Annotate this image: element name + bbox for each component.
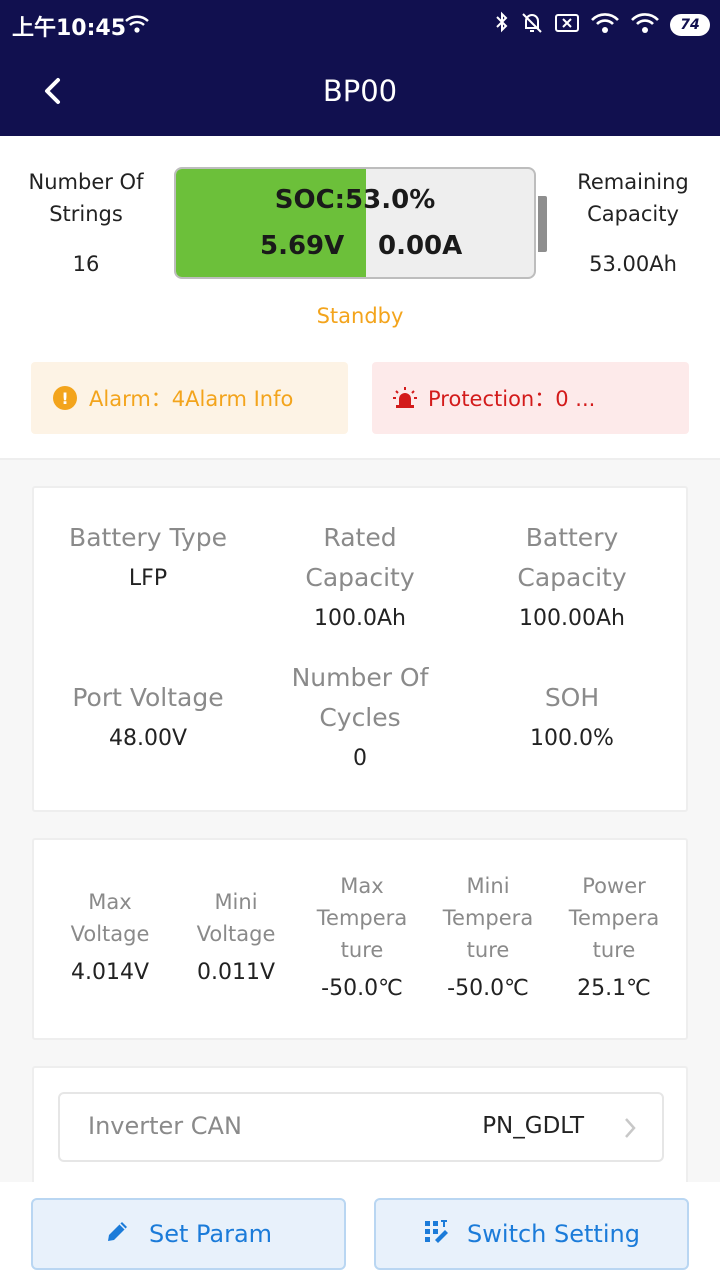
switch-setting-label: Switch Setting bbox=[467, 1220, 640, 1248]
mini-voltage-value: 0.011V bbox=[196, 960, 276, 985]
inverter-label: Inverter CAN bbox=[88, 1112, 242, 1140]
battery-capacity-value: 100.00Ah bbox=[519, 606, 625, 631]
battery-state: Standby bbox=[316, 304, 404, 328]
bluetooth-icon bbox=[494, 11, 510, 39]
current-value: 0.00A bbox=[378, 231, 463, 261]
max-voltage: Max Voltage 4.014V bbox=[48, 886, 172, 988]
mini-voltage-label: Mini bbox=[214, 890, 258, 914]
battery-capacity-label: Battery bbox=[525, 523, 619, 552]
power-temp-label: ture bbox=[592, 938, 636, 962]
soc-value: SOC:53.0% bbox=[274, 185, 436, 215]
wifi-icon bbox=[124, 14, 150, 38]
page-title: BP00 bbox=[322, 74, 398, 108]
max-voltage-label: Voltage bbox=[70, 922, 150, 946]
number-of-cycles: Number Of Cycles 0 bbox=[260, 658, 460, 774]
battery-tip bbox=[538, 196, 547, 252]
mute-icon bbox=[520, 11, 544, 39]
alarm-button[interactable]: ! Alarm：4Alarm Info bbox=[31, 362, 348, 434]
rated-capacity-label: Capacity bbox=[305, 563, 415, 592]
strings-info: Number Of Strings 16 bbox=[16, 166, 156, 280]
set-param-label: Set Param bbox=[148, 1220, 273, 1248]
soh: SOH 100.0% bbox=[472, 678, 672, 754]
cycles-label: Cycles bbox=[319, 703, 401, 732]
port-voltage-value: 48.00V bbox=[108, 726, 188, 751]
mini-temp-label: ture bbox=[466, 938, 510, 962]
remaining-label: Capacity bbox=[587, 202, 679, 226]
battery-capacity: Battery Capacity 100.00Ah bbox=[472, 518, 672, 634]
mini-voltage: Mini Voltage 0.011V bbox=[174, 886, 298, 988]
battery-icon: 74 bbox=[670, 14, 710, 36]
battery-summary: Number Of Strings 16 SOC:53.0% 5.69V 0.0… bbox=[0, 136, 720, 460]
power-temp-label: Power bbox=[582, 874, 646, 898]
set-param-button[interactable]: Set Param bbox=[31, 1198, 346, 1270]
power-temperature: Power Tempera ture 25.1℃ bbox=[552, 870, 676, 1004]
bottom-action-bar: Set Param Switch Setting bbox=[0, 1182, 720, 1280]
sim-off-icon bbox=[554, 12, 580, 38]
status-time: 上午10:45 bbox=[12, 16, 127, 41]
max-temperature: Max Tempera ture -50.0℃ bbox=[300, 870, 424, 1004]
power-temp-value: 25.1℃ bbox=[577, 976, 651, 1001]
inverter-can-row[interactable]: Inverter CAN PN_GDLT bbox=[58, 1092, 664, 1162]
mini-temp-label: Tempera bbox=[442, 906, 534, 930]
remaining-label: Remaining bbox=[577, 170, 689, 194]
protection-button[interactable]: Protection：0 ... bbox=[372, 362, 689, 434]
battery-info-card: Battery Type LFP Rated Capacity 100.0Ah … bbox=[32, 486, 688, 812]
max-voltage-label: Max bbox=[88, 890, 132, 914]
battery-type-value: LFP bbox=[128, 566, 168, 591]
battery-capacity-label: Capacity bbox=[517, 563, 627, 592]
rated-capacity-label: Rated bbox=[323, 523, 397, 552]
cell-stats-card: Max Voltage 4.014V Mini Voltage 0.011V M… bbox=[32, 838, 688, 1040]
protection-text: Protection：0 ... bbox=[428, 387, 596, 411]
remaining-value: 53.00Ah bbox=[589, 252, 677, 276]
max-voltage-value: 4.014V bbox=[70, 960, 150, 985]
cycles-label: Number Of bbox=[291, 663, 429, 692]
mini-temp-value: -50.0℃ bbox=[447, 976, 529, 1001]
app-header: BP00 bbox=[0, 48, 720, 136]
max-temp-label: Tempera bbox=[316, 906, 408, 930]
strings-label: Number Of bbox=[28, 170, 144, 194]
status-bar: 上午10:45 74 bbox=[0, 0, 720, 48]
switch-setting-button[interactable]: Switch Setting bbox=[374, 1198, 689, 1270]
strings-value: 16 bbox=[72, 252, 100, 276]
wifi-icon bbox=[590, 12, 620, 38]
soh-label: SOH bbox=[544, 683, 600, 712]
strings-label: Strings bbox=[49, 202, 123, 226]
mini-temperature: Mini Tempera ture -50.0℃ bbox=[426, 870, 550, 1004]
cycles-value: 0 bbox=[353, 746, 367, 771]
mini-voltage-label: Voltage bbox=[196, 922, 276, 946]
wifi-icon bbox=[630, 12, 660, 38]
max-temp-label: Max bbox=[340, 874, 384, 898]
battery-type-label: Battery Type bbox=[69, 523, 227, 552]
alert-circle-icon: ! bbox=[53, 386, 77, 410]
rated-capacity-value: 100.0Ah bbox=[314, 606, 406, 631]
battery-type: Battery Type LFP bbox=[48, 518, 248, 594]
alarm-text: Alarm：4Alarm Info bbox=[89, 387, 294, 411]
inverter-value: PN_GDLT bbox=[482, 1113, 584, 1139]
grid-settings-icon bbox=[423, 1218, 467, 1250]
pencil-icon bbox=[105, 1218, 149, 1250]
soh-value: 100.0% bbox=[530, 726, 614, 751]
remaining-capacity-info: Remaining Capacity 53.00Ah bbox=[560, 166, 706, 280]
port-voltage-label: Port Voltage bbox=[72, 683, 224, 712]
max-temp-value: -50.0℃ bbox=[321, 976, 403, 1001]
mini-temp-label: Mini bbox=[466, 874, 510, 898]
battery-gauge: SOC:53.0% 5.69V 0.00A bbox=[174, 167, 536, 279]
rated-capacity: Rated Capacity 100.0Ah bbox=[260, 518, 460, 634]
status-icons: 74 bbox=[494, 11, 710, 39]
voltage-value: 5.69V bbox=[260, 231, 345, 261]
chevron-right-icon bbox=[622, 1116, 638, 1140]
alarm-light-icon bbox=[392, 385, 418, 411]
port-voltage: Port Voltage 48.00V bbox=[48, 678, 248, 754]
power-temp-label: Tempera bbox=[568, 906, 660, 930]
max-temp-label: ture bbox=[340, 938, 384, 962]
